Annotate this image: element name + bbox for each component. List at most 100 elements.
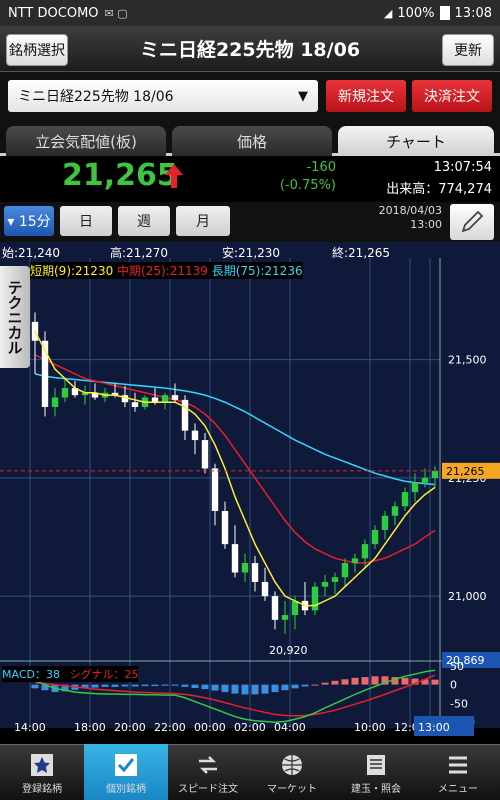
x-tick-label: 02:00 [234,721,266,734]
check-icon [115,754,137,776]
macd-histogram-bar [171,684,179,686]
close-order-button[interactable]: 決済注文 [412,80,492,112]
quote-time: 13:07:54 [433,160,492,175]
macd-histogram-bar [31,684,39,689]
macd-histogram-bar [341,679,349,685]
candle-body [421,477,429,483]
tab-price[interactable]: 価格 [172,126,332,156]
candle-body [331,577,339,582]
pencil-icon [461,210,484,233]
candle-body [361,544,369,559]
nav-menu[interactable]: メニュー [416,744,500,800]
carrier-name: NTT DOCOMO [8,5,99,21]
period-day-button[interactable]: 日 [60,206,112,236]
macd-histogram-bar [111,684,119,687]
mid-ma-label: 中期(25):21139 [117,264,208,278]
macd-histogram-bar [401,677,409,685]
status-bar: NTT DOCOMO ✉ ▢ ◢ 100% 13:08 [0,0,500,26]
macd-histogram-bar [331,680,339,685]
nav-registered[interactable]: 登録銘柄 [0,744,84,800]
volume: 出来高：774,274 [386,182,492,197]
period-15min-button[interactable]: ▾ 15分 [4,206,54,236]
technical-side-tab[interactable]: テクニカル [0,266,30,368]
candlestick-chart: 21,50021,25021,00021,26520,92020,869500-… [0,258,500,738]
menu-icon [449,756,467,774]
macd-histogram-bar [221,684,229,693]
star-icon [31,754,53,776]
chart-area[interactable]: 21,50021,25021,00021,26520,92020,869500-… [0,242,500,738]
candle-body [251,563,259,582]
x-tick-label: 14:00 [14,721,46,734]
long-ma-label: 長期(75):21236 [211,264,303,278]
nav-market[interactable]: マーケット [250,744,334,800]
symbol-dropdown[interactable]: ミニ日経225先物 18/06 ▼ [8,80,318,112]
candle-body [431,470,439,478]
candle-body [321,581,329,587]
macd-histogram-bar [141,684,149,687]
chart-time: 13:00 [410,218,442,231]
low-annotation: 20,920 [269,644,308,657]
open-value: 始:21,240 [2,246,61,260]
price-up-arrow-icon [165,164,183,188]
high-value: 高:21,270 [110,246,169,260]
candle-body [391,506,399,516]
macd-histogram-bar [101,684,109,687]
macd-histogram-bar [191,684,199,688]
macd-histogram-bar [201,684,209,690]
macd-histogram-bar [311,684,319,686]
candle-body [291,600,299,616]
candle-body [131,402,139,407]
x-tick-label: 22:00 [154,721,186,734]
x-tick-label: 10:00 [354,721,386,734]
title-bar: ミニ日経225先物 18/06 [0,26,500,72]
macd-histogram-bar [121,684,129,687]
macd-histogram-bar [371,676,379,685]
x-tick-label: 18:00 [74,721,106,734]
x-tick-label: 00:00 [194,721,226,734]
macd-histogram-bar [361,677,369,685]
chart-date: 2018/04/03 [378,204,442,217]
tab-chart[interactable]: チャート [338,126,494,156]
dropdown-arrow-icon: ▼ [298,88,308,104]
last-price-label: 21,265 [446,465,485,478]
select-symbol-button[interactable]: 銘柄選択 [6,34,68,66]
macd-histogram-bar [351,677,359,685]
new-order-button[interactable]: 新規注文 [326,80,406,112]
globe-icon [282,755,302,775]
macd-histogram-bar [261,684,269,694]
nav-label: メニュー [438,784,478,795]
speed-icon [199,756,217,774]
refresh-button[interactable]: 更新 [442,34,494,66]
battery-icon [439,6,450,20]
candle-body [261,581,269,597]
nav-speed-order[interactable]: スピード注文 [166,744,250,800]
price-change-percent: (-0.75%) [279,178,336,193]
macd-histogram-bar [281,684,289,691]
macd-histogram-bar [431,679,439,685]
signal-label: シグナル：25 [69,668,139,681]
period-week-button[interactable]: 週 [118,206,170,236]
candle-body [411,482,419,493]
notification-icons: ✉ ▢ [104,6,128,20]
candle-body [271,596,279,620]
candle-body [31,321,39,341]
macd-histogram-bar [131,684,139,687]
candle-body [351,558,359,564]
x-tick-label: 13:00 [418,721,450,734]
period-month-button[interactable]: 月 [176,206,230,236]
draw-tool-button[interactable] [450,204,494,240]
price-change: -160 [306,160,336,175]
nav-positions[interactable]: 建玉・照会 [334,744,418,800]
macd-tick-label: 50 [450,660,464,673]
macd-tick-label: -50 [450,697,468,710]
candle-body [51,397,59,407]
macd-histogram-bar [231,684,239,694]
candle-body [191,430,199,441]
tab-order-book[interactable]: 立会気配値(板) [6,126,166,156]
nav-label: 登録銘柄 [22,784,62,795]
candle-body [201,440,209,469]
macd-histogram-bar [151,684,159,687]
nav-individual[interactable]: 個別銘柄 [84,744,168,800]
signal-icon: ◢ [383,6,393,20]
macd-histogram-bar [241,684,249,695]
